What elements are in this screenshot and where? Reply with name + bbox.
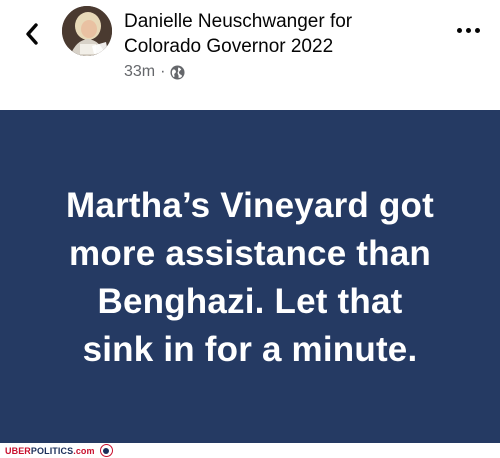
meta-separator: ·: [160, 63, 166, 80]
chevron-left-icon: [26, 23, 38, 45]
more-horizontal-icon: [456, 27, 462, 33]
more-dot: [465, 27, 471, 33]
back-button[interactable]: [14, 16, 50, 52]
brand-tld: .com: [73, 445, 95, 456]
post-text-line: more assistance than: [69, 234, 431, 273]
more-dot: [474, 27, 480, 33]
author-line-2: Colorado Governor 2022: [124, 36, 334, 57]
post-meta: 33m ·: [124, 63, 185, 81]
globe-icon: [170, 64, 185, 80]
post-image[interactable]: Martha’s Vineyard got more assistance th…: [0, 110, 500, 443]
avatar[interactable]: [62, 6, 112, 56]
more-options-button[interactable]: [448, 14, 488, 46]
post-author[interactable]: Danielle Neuschwanger for Colorado Gover…: [124, 9, 424, 59]
watermark: UBERPOLITICS.com: [0, 443, 500, 458]
profile-photo: [62, 6, 112, 56]
post-timestamp[interactable]: 33m: [124, 63, 155, 81]
seal-center: [103, 447, 110, 454]
seal-icon: [99, 444, 113, 457]
brand-uber: UBER: [5, 445, 31, 456]
watermark-text: UBERPOLITICS.com: [5, 446, 95, 456]
post-text: Martha’s Vineyard got more assistance th…: [30, 182, 470, 374]
post-text-line: sink in for a minute.: [82, 330, 418, 369]
brand-politics: POLITICS: [30, 445, 74, 456]
facebook-post-screen: Danielle Neuschwanger for Colorado Gover…: [0, 0, 500, 458]
post-text-line: Benghazi. Let that: [97, 282, 403, 321]
post-text-line: Martha’s Vineyard got: [66, 186, 434, 225]
post-header: Danielle Neuschwanger for Colorado Gover…: [0, 0, 500, 110]
author-line-1: Danielle Neuschwanger for: [124, 11, 353, 32]
